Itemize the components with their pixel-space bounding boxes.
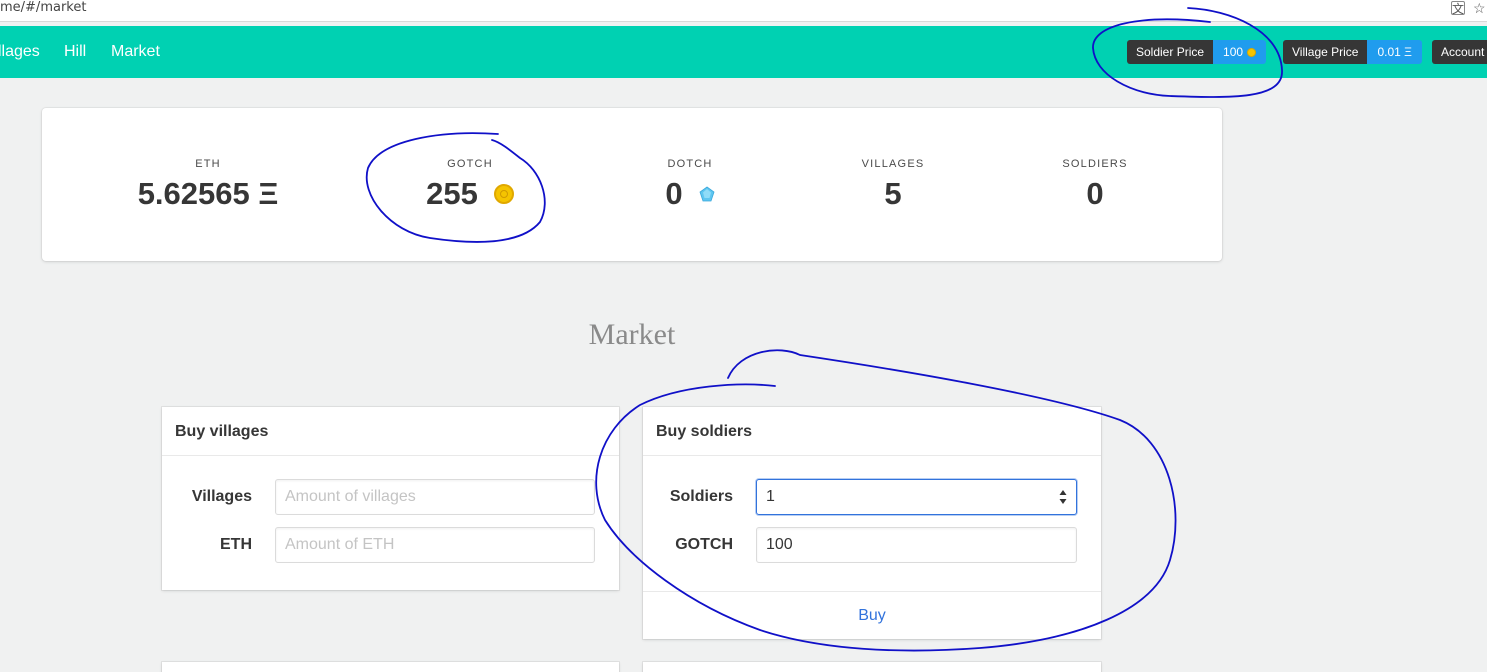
- stats-card: ETH 5.62565 Ξ GOTCH 255 DOTCH 0 VILLAGES…: [42, 108, 1222, 261]
- villages-field-row: Villages: [162, 479, 619, 515]
- navbar: llages Hill Market Soldier Price 100 Vil…: [0, 26, 1487, 78]
- buy-villages-card: Buy villages Villages ETH: [162, 407, 619, 590]
- stat-heading: SOLDIERS: [1062, 158, 1128, 170]
- village-price-value: 0.01 Ξ: [1367, 40, 1422, 64]
- stat-value-row: 5: [783, 176, 1003, 212]
- stat-gotch: GOTCH 255: [360, 158, 580, 212]
- url-text[interactable]: me/#/market: [0, 0, 86, 16]
- stat-eth: ETH 5.62565 Ξ: [98, 158, 318, 212]
- card-header: Buy villages: [162, 407, 619, 456]
- stat-heading: VILLAGES: [861, 158, 925, 170]
- field-label: GOTCH: [675, 536, 733, 553]
- gotch-cost-input[interactable]: [756, 527, 1077, 563]
- card-header: Buy soldiers: [643, 407, 1101, 456]
- stat-value: 0: [665, 176, 683, 211]
- soldier-price-tag: Soldier Price 100: [1127, 40, 1267, 64]
- stat-value-row: 0: [985, 176, 1205, 212]
- lower-card-right: [643, 662, 1101, 672]
- gotch-field-row: GOTCH: [643, 527, 1101, 563]
- account-tag[interactable]: Account: [1432, 40, 1487, 64]
- nav-link-hill[interactable]: Hill: [64, 43, 86, 61]
- stat-villages: VILLAGES 5: [783, 158, 1003, 212]
- nav-link-villages[interactable]: llages: [0, 43, 40, 61]
- buy-button[interactable]: Buy: [643, 591, 1101, 639]
- page-title: Market: [588, 318, 676, 351]
- village-price-label: Village Price: [1283, 40, 1368, 64]
- bookmark-star-icon[interactable]: ☆: [1473, 0, 1487, 16]
- eth-amount-input[interactable]: [275, 527, 595, 563]
- gold-coin-icon: [493, 184, 514, 204]
- field-label: Villages: [191, 488, 252, 505]
- blue-gem-icon: [699, 186, 715, 202]
- stat-value: 255: [426, 176, 478, 211]
- villages-amount-input[interactable]: [275, 479, 595, 515]
- stat-value: 5: [884, 176, 902, 211]
- soldier-price-value: 100: [1223, 45, 1244, 59]
- lower-card-left: [162, 662, 619, 672]
- stat-value: 0: [1086, 176, 1104, 211]
- number-stepper-icon[interactable]: [1059, 489, 1067, 505]
- stat-value-row: 5.62565 Ξ: [98, 176, 318, 212]
- account-label[interactable]: Account: [1432, 40, 1487, 64]
- stat-heading: GOTCH: [447, 158, 493, 170]
- buy-soldiers-card: Buy soldiers Soldiers GOTCH Buy: [643, 407, 1101, 639]
- stat-value-row: 0: [580, 176, 800, 212]
- nav-link-market[interactable]: Market: [111, 43, 160, 61]
- stat-value-row: 255: [360, 176, 580, 212]
- soldiers-amount-input[interactable]: [756, 479, 1077, 515]
- eth-field-row: ETH: [162, 527, 619, 563]
- stat-value: 5.62565 Ξ: [137, 176, 279, 211]
- field-label: Soldiers: [669, 488, 733, 505]
- translate-icon[interactable]: 文: [1451, 1, 1465, 16]
- gold-coin-icon: [1247, 47, 1257, 57]
- soldier-price-label: Soldier Price: [1127, 40, 1214, 64]
- stat-dotch: DOTCH 0: [580, 158, 800, 212]
- village-price-tag: Village Price 0.01 Ξ: [1283, 40, 1422, 64]
- stat-soldiers: SOLDIERS 0: [985, 158, 1205, 212]
- stat-heading: DOTCH: [667, 158, 713, 170]
- soldier-price-value-box: 100: [1213, 40, 1267, 64]
- soldiers-field-row: Soldiers: [643, 479, 1101, 515]
- browser-address-bar: me/#/market 文 ☆: [0, 0, 1487, 22]
- field-label: ETH: [220, 536, 252, 553]
- stat-heading: ETH: [195, 158, 221, 170]
